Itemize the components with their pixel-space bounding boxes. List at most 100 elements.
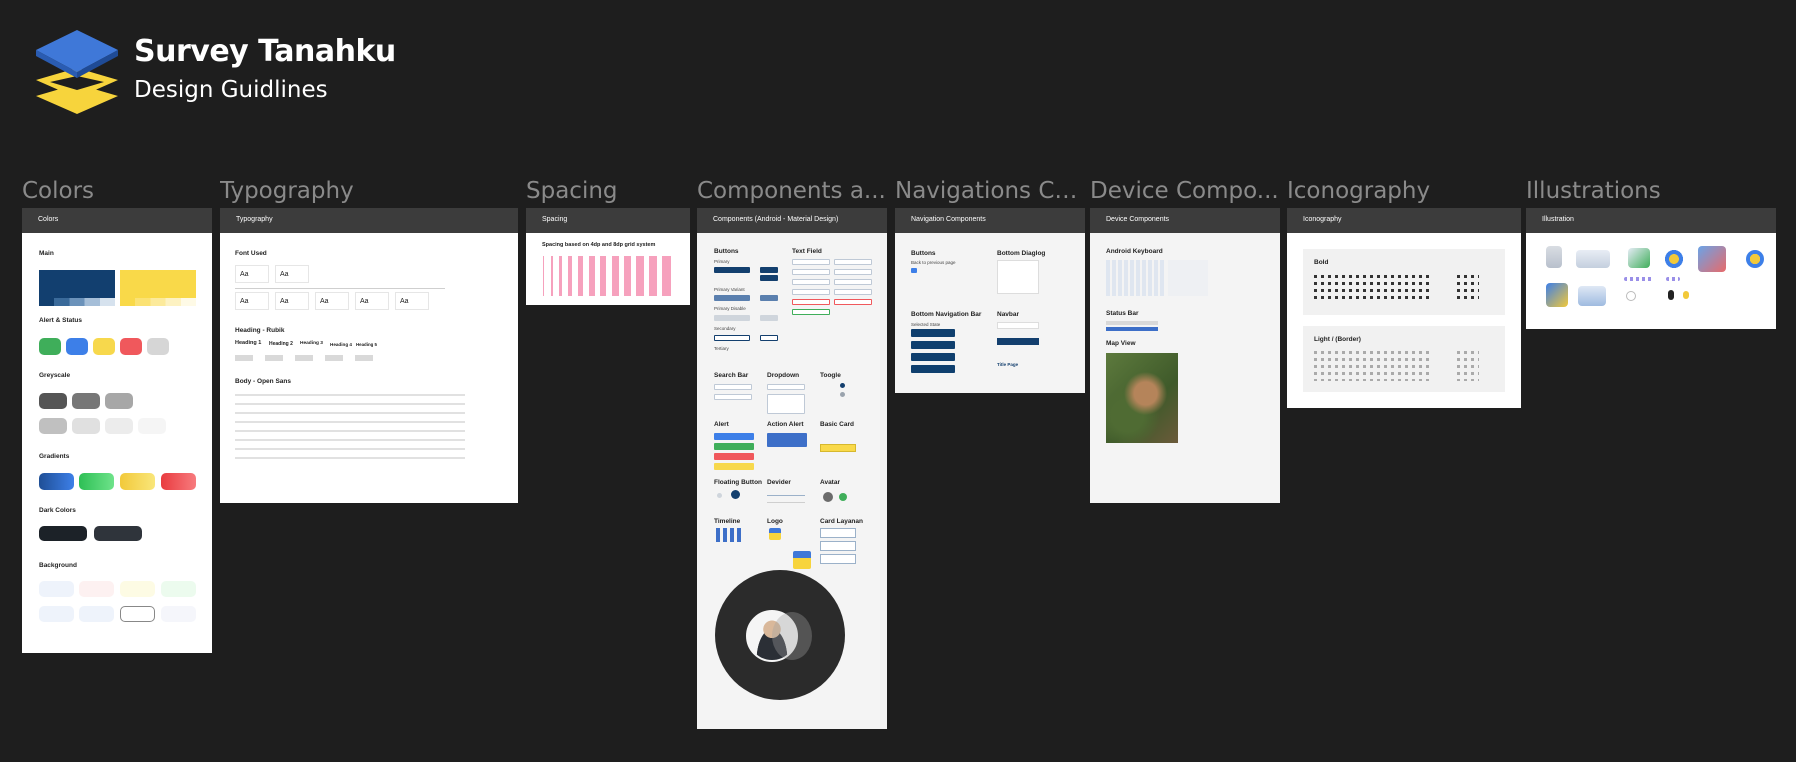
iconography-frame[interactable]: Iconography Bold Light / (Border)	[1287, 208, 1521, 408]
divider-sample	[767, 495, 805, 496]
text-field-error[interactable]	[792, 299, 830, 305]
label-logo: Logo	[767, 518, 783, 525]
card-layanan	[820, 554, 856, 564]
text-field[interactable]	[834, 289, 872, 295]
disabled-button-small	[760, 315, 778, 321]
back-button-icon[interactable]	[911, 268, 917, 273]
section-title-spacing[interactable]: Spacing	[526, 178, 676, 204]
alert-swatch-warning	[93, 338, 115, 355]
group-label-main: Main	[39, 250, 54, 257]
spacing-frame[interactable]: Spacing Spacing based on 4dp and 8dp gri…	[526, 208, 690, 305]
illustration-city-icon	[1576, 250, 1610, 268]
label-search-bar: Search Bar	[714, 372, 749, 379]
body-group-label: Body - Open Sans	[235, 378, 291, 385]
group-label-dark: Dark Colors	[39, 507, 76, 514]
label-textfield: Text Field	[792, 248, 822, 255]
illustration-map-icon	[1698, 246, 1726, 272]
gradient-swatch-red	[161, 473, 196, 490]
floating-button[interactable]	[731, 490, 740, 499]
card-layanan	[820, 528, 856, 538]
illustration-people-icon	[1662, 248, 1686, 270]
primary-variant-button[interactable]	[714, 295, 750, 301]
frame-header: Illustration	[1526, 208, 1776, 233]
text-field-success[interactable]	[792, 309, 830, 315]
illustrations-frame[interactable]: Illustration	[1526, 208, 1776, 329]
toggle-on[interactable]	[840, 383, 845, 388]
light-icon-grid	[1314, 351, 1432, 381]
label-timeline: Timeline	[714, 518, 741, 525]
section-title-typography[interactable]: Typography	[220, 178, 420, 204]
grey-swatch-7	[138, 418, 166, 434]
spacing-bar	[662, 256, 671, 296]
navigation-frame[interactable]: Navigation Components Buttons Bottom Dia…	[895, 208, 1085, 393]
label-bottom-nav: Bottom Navigation Bar	[911, 311, 982, 318]
spacing-bar	[589, 256, 595, 296]
dark-swatch-2	[94, 526, 142, 541]
illustration-spinner-icon	[1626, 291, 1636, 301]
label-card-layanan: Card Layanan	[820, 518, 863, 525]
bg-swatch-2	[79, 581, 114, 597]
colors-frame[interactable]: Colors Main Alert & Status Greyscale Gra…	[22, 208, 212, 653]
bg-swatch-4	[161, 581, 196, 597]
typography-frame[interactable]: Typography Font Used Aa Aa Aa Aa Aa Aa A…	[220, 208, 518, 503]
bg-swatch-1	[39, 581, 74, 597]
text-field[interactable]	[792, 259, 830, 265]
bottom-nav-bar[interactable]	[911, 365, 955, 373]
bottom-nav-bar[interactable]	[911, 353, 955, 361]
gradient-swatch-blue	[39, 473, 74, 490]
section-title-illustrations[interactable]: Illustrations	[1526, 178, 1726, 204]
heading-sample-2: Heading 2	[269, 341, 293, 347]
text-field-error[interactable]	[834, 299, 872, 305]
secondary-button-small[interactable]	[760, 335, 778, 341]
label-buttons: Buttons	[714, 248, 739, 255]
label-floating-button: Floating Button	[714, 479, 763, 486]
text-field[interactable]	[834, 269, 872, 275]
text-field[interactable]	[792, 279, 830, 285]
primary-button-icon[interactable]	[760, 275, 778, 281]
main-swatch-blue	[39, 270, 115, 300]
numeric-keyboard[interactable]	[1168, 260, 1208, 296]
search-bar[interactable]	[714, 384, 752, 390]
primary-variant-button-small[interactable]	[760, 295, 778, 301]
secondary-button[interactable]	[714, 335, 750, 341]
text-field[interactable]	[792, 289, 830, 295]
font-used-label: Font Used	[235, 250, 267, 257]
divider-sample	[767, 502, 805, 503]
toggle-off[interactable]	[840, 392, 845, 397]
navbar-dark[interactable]	[997, 338, 1039, 345]
illustration-check-icon	[1628, 248, 1650, 268]
illustration-team-icon	[1546, 283, 1568, 307]
device-frame[interactable]: Device Components Android Keyboard Statu…	[1090, 208, 1280, 503]
font-sample: Aa	[355, 292, 389, 310]
label-basic-card: Basic Card	[820, 421, 854, 428]
primary-button[interactable]	[714, 267, 750, 273]
label-android-keyboard: Android Keyboard	[1106, 248, 1163, 255]
section-title-device[interactable]: Device Compo...	[1090, 178, 1280, 204]
label-bottom-dialog: Bottom Diaglog	[997, 250, 1046, 257]
bottom-dialog	[997, 260, 1039, 294]
android-keyboard[interactable]	[1106, 260, 1164, 296]
bottom-nav-bar[interactable]	[911, 341, 955, 349]
map-view[interactable]	[1106, 353, 1178, 443]
section-title-iconography[interactable]: Iconography	[1287, 178, 1477, 204]
dropdown[interactable]	[767, 384, 805, 390]
section-title-colors[interactable]: Colors	[22, 178, 182, 204]
dropdown-open[interactable]	[767, 394, 805, 414]
navbar-light[interactable]	[997, 322, 1039, 329]
text-field[interactable]	[792, 269, 830, 275]
section-title-navigations[interactable]: Navigations Co...	[895, 178, 1085, 204]
primary-button-small[interactable]	[760, 267, 778, 273]
action-alert	[767, 433, 807, 447]
search-bar[interactable]	[714, 394, 752, 400]
illustration-badge-icon	[1746, 250, 1764, 268]
text-field[interactable]	[834, 259, 872, 265]
floating-button-small[interactable]	[717, 493, 722, 498]
status-bar	[1106, 321, 1158, 325]
section-title-components[interactable]: Components a...	[697, 178, 887, 204]
bg-swatch-3	[120, 581, 155, 597]
timeline-sample	[716, 528, 741, 542]
bottom-nav-bar[interactable]	[911, 329, 955, 337]
text-field[interactable]	[834, 279, 872, 285]
label-map-view: Map View	[1106, 340, 1136, 347]
bg-swatch-6	[79, 606, 114, 622]
